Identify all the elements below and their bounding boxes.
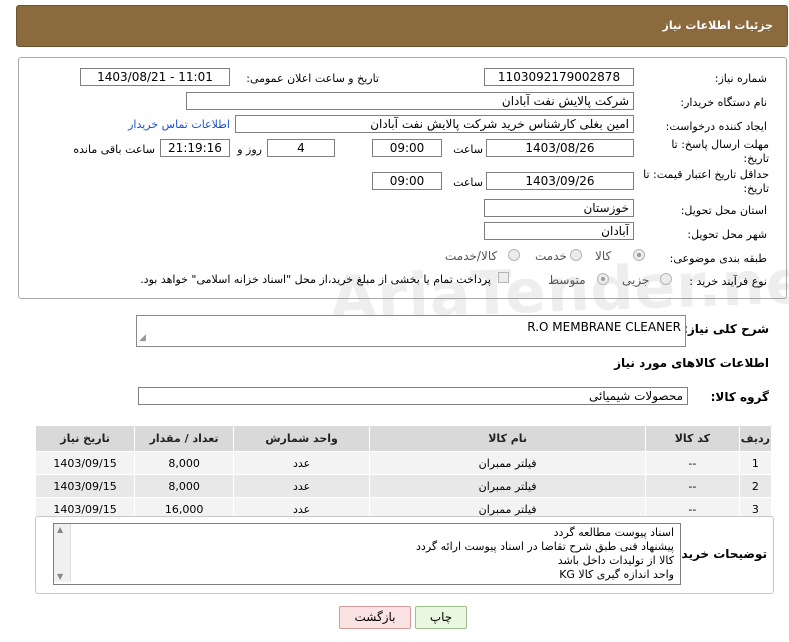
page-title: جزئیات اطلاعات نیاز (662, 19, 774, 32)
cell-goods-name: فیلتر ممبران (369, 451, 647, 475)
category-radio-service[interactable] (570, 249, 582, 261)
table-row[interactable]: 1403/09/15 8,000 عدد فیلتر ممبران -- 1 (34, 451, 773, 475)
goods-table: تاریخ نیاز تعداد / مقدار واحد شمارش نام … (34, 425, 773, 521)
resize-grip-icon[interactable]: ◢ (139, 330, 146, 346)
goods-table-header: تاریخ نیاز تعداد / مقدار واحد شمارش نام … (34, 425, 773, 452)
col-goods-name: نام کالا (369, 425, 647, 452)
announce-label: تاریخ و ساعت اعلان عمومی: (246, 72, 379, 85)
col-goods-code: کد کالا (645, 425, 740, 452)
col-need-date: تاریخ نیاز (34, 425, 136, 452)
goods-group-field[interactable]: محصولات شیمیائی (138, 387, 688, 405)
print-button[interactable]: چاپ (415, 606, 467, 629)
buyer-notes-field[interactable]: ▲ ▼ اسناد پیوست مطالعه گردد پیشنهاد فنی … (53, 523, 681, 585)
validity-label: حداقل تاریخ اعتبار قیمت: تا تاریخ: (643, 168, 769, 195)
province-label: استان محل تحویل: (680, 204, 767, 217)
cell-need-date: 1403/09/15 (34, 474, 136, 498)
col-unit: واحد شمارش (233, 425, 371, 452)
process-label: نوع فرآیند خرید : (689, 275, 767, 288)
days-label: روز و (237, 143, 262, 156)
deadline-label: مهلت ارسال پاسخ: تا تاریخ: (671, 138, 769, 165)
cell-goods-code: -- (645, 474, 740, 498)
remaining-label: ساعت باقی مانده (73, 143, 155, 156)
notes-scrollbar[interactable]: ▲ ▼ (54, 524, 71, 582)
validity-time-label: ساعت (453, 176, 483, 189)
treasury-payment-checkbox[interactable] (498, 272, 509, 283)
deadline-date-field[interactable]: 1403/08/26 (486, 139, 634, 157)
summary-label: شرح کلی نیاز: (683, 322, 769, 336)
cell-quantity: 8,000 (134, 474, 235, 498)
city-field[interactable]: آبادان (484, 222, 634, 240)
category-option-goods-service: کالا/خدمت (445, 249, 498, 263)
province-field[interactable]: خوزستان (484, 199, 634, 217)
notes-line: واحد اندازه گیری کالا KG (559, 568, 674, 581)
back-button[interactable]: بازگشت (339, 606, 411, 629)
cell-goods-name: فیلتر ممبران (369, 474, 647, 498)
scroll-down-icon[interactable]: ▼ (57, 572, 63, 581)
goods-group-label: گروه کالا: (710, 390, 769, 404)
cell-goods-code: -- (645, 451, 740, 475)
table-row[interactable]: 1403/09/15 8,000 عدد فیلتر ممبران -- 2 (34, 474, 773, 498)
cell-quantity: 8,000 (134, 451, 235, 475)
days-field[interactable]: 4 (267, 139, 335, 157)
page-header: جزئیات اطلاعات نیاز (16, 5, 788, 47)
deadline-time-label: ساعت (453, 143, 483, 156)
deadline-time-field[interactable]: 09:00 (372, 139, 442, 157)
category-option-goods: کالا (595, 249, 612, 263)
process-option-minor: جزیی (622, 273, 650, 287)
cell-need-date: 1403/09/15 (34, 451, 136, 475)
validity-date-field[interactable]: 1403/09/26 (486, 172, 634, 190)
cell-unit: عدد (233, 474, 371, 498)
notes-line: اسناد پیوست مطالعه گردد (553, 526, 674, 539)
notes-line: کالا از تولیدات داخل باشد (557, 554, 674, 567)
need-number-field[interactable]: 1103092179002878 (484, 68, 634, 86)
validity-time-field[interactable]: 09:00 (372, 172, 442, 190)
buyer-org-label: نام دستگاه خریدار: (680, 96, 767, 109)
cell-row-number: 2 (738, 474, 773, 498)
creator-field[interactable]: امین بغلی کارشناس خرید شرکت پالایش نفت آ… (235, 115, 634, 133)
buyer-org-field[interactable]: شرکت پالایش نفت آبادان (186, 92, 634, 110)
notes-line: پیشنهاد فنی طبق شرح تقاضا در اسناد پیوست… (416, 540, 674, 553)
need-number-label: شماره نیاز: (714, 72, 767, 85)
category-radio-goods-service[interactable] (508, 249, 520, 261)
cell-unit: عدد (233, 451, 371, 475)
cell-row-number: 1 (738, 451, 773, 475)
treasury-payment-note: پرداخت تمام یا بخشی از مبلغ خرید،از محل … (140, 273, 491, 286)
col-row-number: ردیف (738, 425, 773, 452)
goods-section-title: اطلاعات کالاهای مورد نیاز (614, 356, 769, 370)
process-radio-medium[interactable] (597, 273, 609, 285)
process-radio-minor[interactable] (660, 273, 672, 285)
remaining-time-field[interactable]: 21:19:16 (160, 139, 230, 157)
summary-value: R.O MEMBRANE CLEANER (527, 320, 681, 334)
summary-field[interactable]: R.O MEMBRANE CLEANER ◢ (136, 315, 686, 347)
category-option-service: خدمت (535, 249, 567, 263)
scroll-up-icon[interactable]: ▲ (57, 525, 63, 534)
buyer-contact-link[interactable]: اطلاعات تماس خریدار (128, 118, 230, 131)
category-radio-goods[interactable] (633, 249, 645, 261)
col-quantity: تعداد / مقدار (134, 425, 235, 452)
category-label: طبقه بندی موضوعی: (669, 252, 767, 265)
city-label: شهر محل تحویل: (687, 228, 767, 241)
process-option-medium: متوسط (548, 273, 586, 287)
announce-field[interactable]: 1403/08/21 - 11:01 (80, 68, 230, 86)
creator-label: ایجاد کننده درخواست: (665, 120, 767, 133)
